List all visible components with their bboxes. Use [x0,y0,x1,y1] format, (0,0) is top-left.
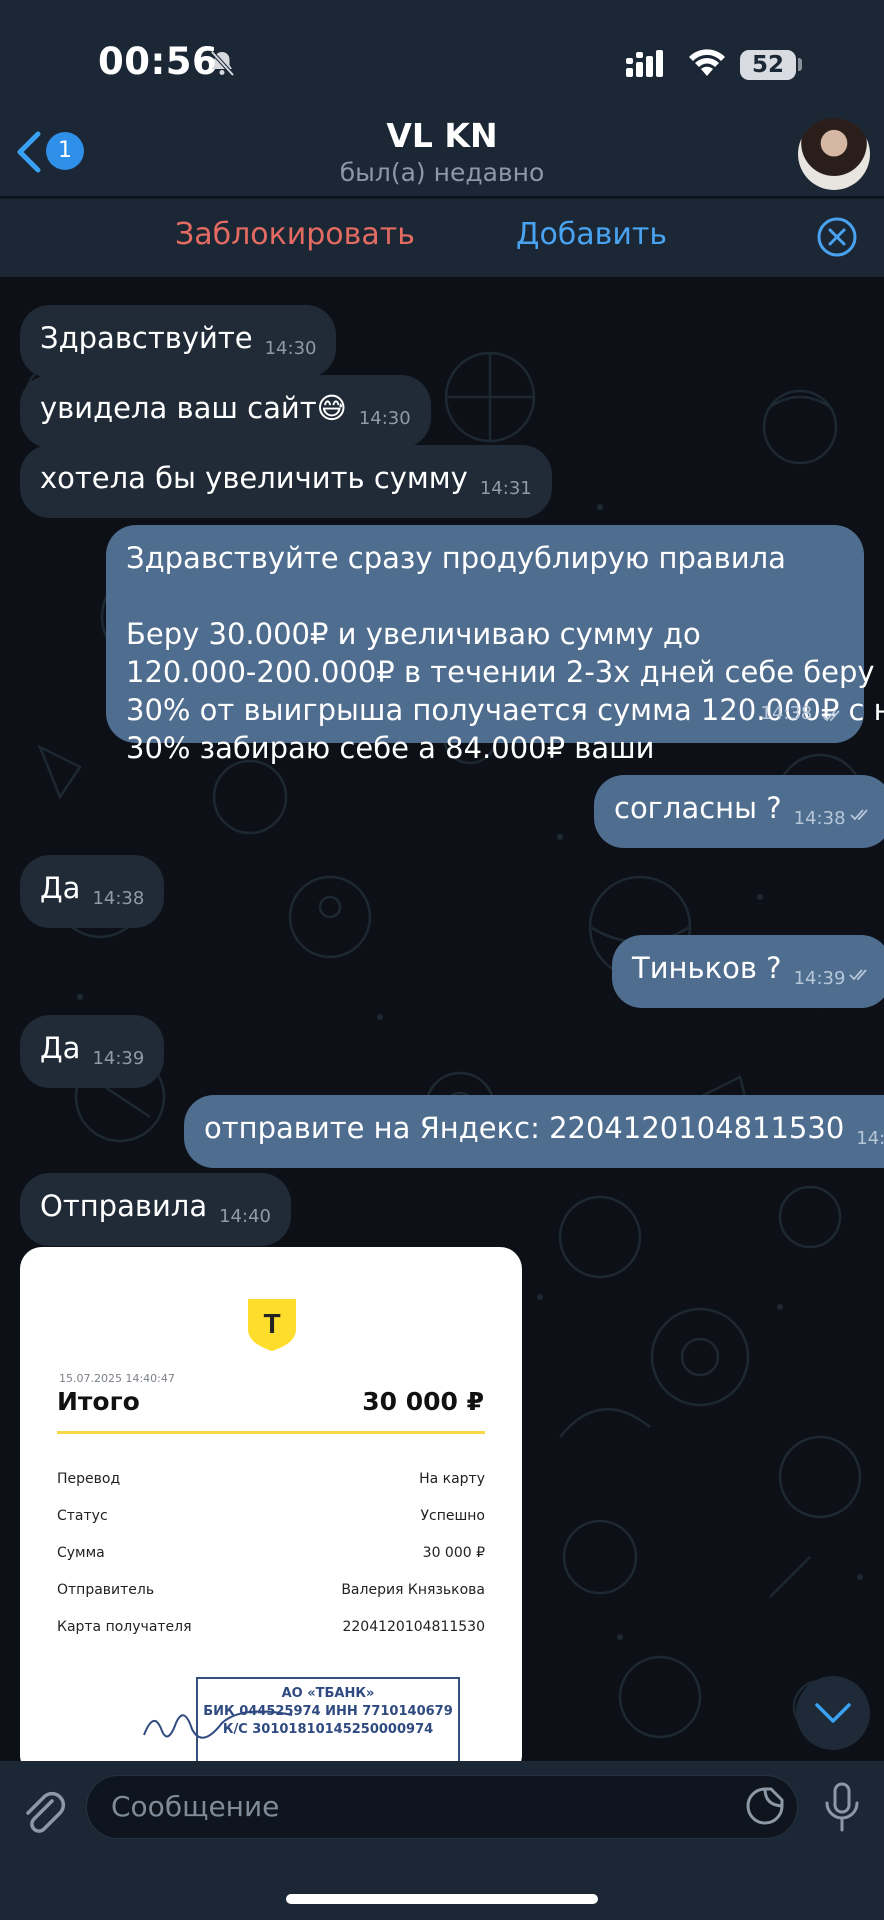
message-text: Тиньков ? [632,951,782,985]
double-check-icon [849,969,868,981]
receipt-image-message[interactable]: T 15.07.2025 14:40:47 Итого 30 000 ₽ Пер… [20,1247,522,1761]
receipt-row-value: 2204120104811530 [342,1619,485,1635]
message-time: 14:39 [793,968,846,989]
message-text-line: 30% от выигрыша получается сумма 120.000… [126,693,884,727]
message-time: 14:38 [92,888,145,909]
outgoing-message[interactable]: Тиньков ? 14:39 [612,935,884,1008]
message-input[interactable]: Сообщение [86,1775,798,1839]
battery-level: 52 [740,50,796,80]
chat-last-seen: был(а) недавно [339,158,545,187]
stamp-line: АО «ТБАНК» [281,1686,375,1701]
receipt-row-key: Перевод [57,1471,121,1487]
double-check-icon [822,710,840,722]
message-meta: 14:38 [760,695,844,733]
sticker-icon[interactable] [744,1785,786,1827]
chat-title[interactable]: VL KN [0,116,884,155]
home-indicator [286,1894,598,1904]
telegram-chat-screen: 00:56 52 1 VL KN был(а) недавно Заблокир… [0,0,884,1920]
incoming-message[interactable]: хотела бы увеличить сумму 14:31 [20,445,552,518]
contact-avatar[interactable] [798,118,870,190]
message-text: согласны ? [614,791,782,825]
incoming-message[interactable]: увидела ваш сайт😅 14:30 [20,375,431,448]
message-time: 14:38 [760,703,813,724]
incoming-message[interactable]: Здравствуйте 14:30 [20,305,337,378]
message-time: 14:39 [92,1048,145,1069]
receipt-row-value: На карту [419,1471,485,1487]
outgoing-message[interactable]: согласны ? 14:38 [594,775,884,848]
message-text: отправите на Яндекс: 2204120104811530 [204,1111,845,1145]
message-text: Здравствуйте [40,321,253,355]
message-text: Да [40,871,81,905]
contact-action-bar: Заблокировать Добавить [0,198,884,277]
bell-off-icon [210,50,235,77]
incoming-message[interactable]: Да 14:39 [20,1015,165,1088]
incoming-message[interactable]: Да 14:38 [20,855,165,928]
chat-header: 00:56 52 1 VL KN был(а) недавно [0,0,884,196]
signal-icon [626,50,663,77]
wifi-icon [689,49,725,76]
outgoing-message[interactable]: Здравствуйте сразу продублирую правила Б… [106,525,884,765]
receipt-row-key: Карта получателя [57,1619,192,1635]
receipt-total-label: Итого [57,1387,140,1416]
incoming-message[interactable]: Отправила 14:40 [20,1173,291,1246]
receipt-row-key: Сумма [57,1545,105,1561]
outgoing-message[interactable]: отправите на Яндекс: 2204120104811530 14:… [184,1095,884,1168]
receipt-row-key: Отправитель [57,1582,155,1598]
receipt-row-key: Статус [57,1508,108,1524]
message-text-line: 30% забираю себе а 84.000₽ ваши [126,731,655,765]
message-time: 14:30 [264,338,317,359]
receipt-row-value: 30 000 ₽ [422,1545,485,1561]
message-time: 14:38 [793,808,846,829]
battery-tip [798,58,802,71]
receipt-datetime: 15.07.2025 14:40:47 [59,1372,175,1385]
paperclip-icon[interactable] [22,1789,66,1837]
receipt-total-value: 30 000 ₽ [362,1387,484,1416]
signature [143,1710,293,1739]
message-time: 14:30 [358,408,411,429]
tbank-logo-letter: T [263,1308,280,1339]
message-time: 14:40 [219,1206,271,1227]
message-time: 14:39 [856,1128,884,1149]
receipt-divider [57,1431,485,1434]
close-circle-icon[interactable] [816,216,858,258]
receipt-row-value: Валерия Князькова [341,1582,485,1598]
scroll-to-bottom-button[interactable] [796,1676,870,1750]
message-text-line: Беру 30.000₽ и увеличиваю сумму до [126,617,701,651]
microphone-icon[interactable] [822,1781,862,1833]
double-check-icon [849,809,868,821]
chevron-down-icon [815,1703,851,1723]
message-text: Отправила [40,1189,208,1223]
add-contact-button[interactable]: Добавить [516,217,667,252]
receipt-row-value: Успешно [420,1508,485,1524]
block-button[interactable]: Заблокировать [175,217,415,252]
message-text-line: Здравствуйте сразу продублирую правила [126,541,786,575]
message-time: 14:31 [479,478,532,499]
message-list[interactable]: Здравствуйте 14:30 увидела ваш сайт😅 14:30… [0,277,884,1761]
message-text: хотела бы увеличить сумму [40,461,468,495]
message-text: увидела ваш сайт😅 [40,391,347,425]
status-bar-time: 00:56 [98,40,219,83]
message-text: Да [40,1031,81,1065]
message-text-line: 120.000-200.000₽ в течении 2-3х дней себ… [126,655,875,689]
tbank-logo: T [248,1299,296,1351]
